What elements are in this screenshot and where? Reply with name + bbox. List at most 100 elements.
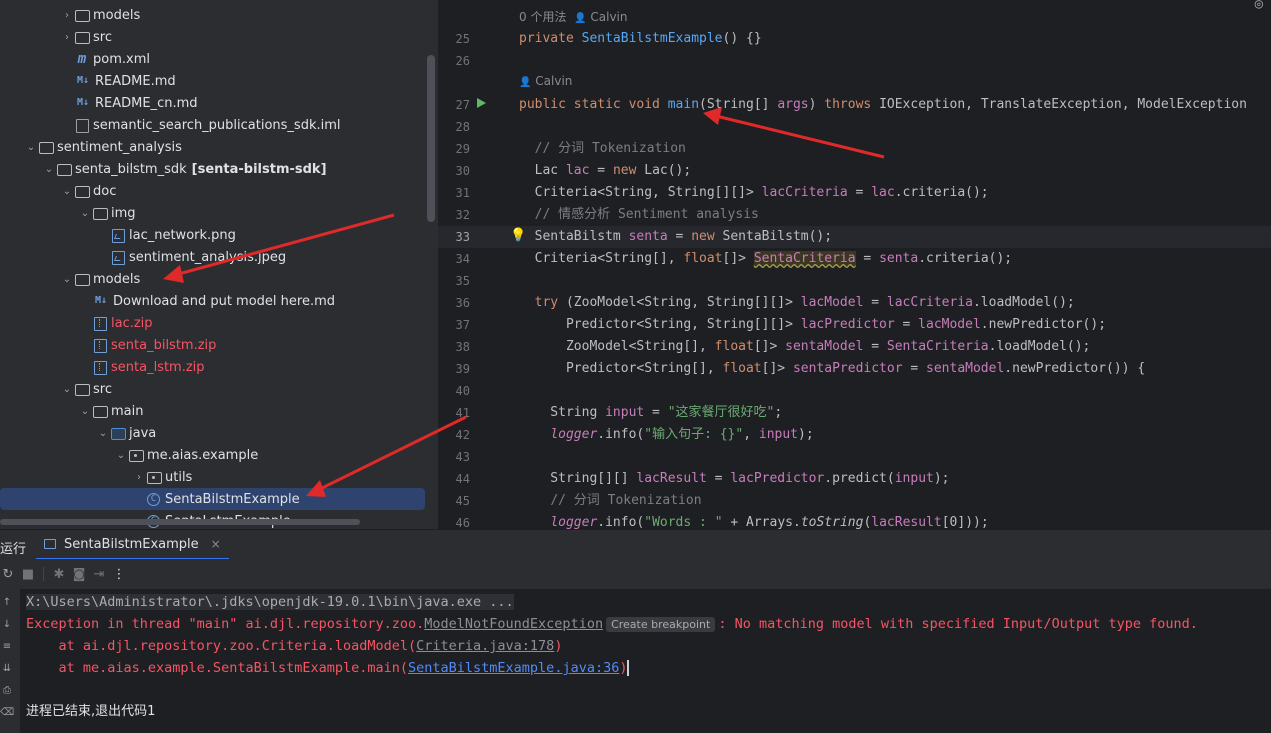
tree-item[interactable]: ⌄ sentiment_analysis <box>0 136 430 158</box>
tree-item[interactable]: ⌄ main <box>0 400 430 422</box>
code-line[interactable]: SentaBilstm senta = new SentaBilstm(); <box>519 226 832 248</box>
line-number: 35 <box>455 274 470 288</box>
chevron-right-icon[interactable]: › <box>132 472 146 483</box>
code-line[interactable]: ZooModel<String[], float[]> sentaModel =… <box>519 336 1090 358</box>
tree-item[interactable]: ⌄ senta_bilstm_sdk [senta-bilstm-sdk] <box>0 158 430 180</box>
tree-item[interactable]: › src <box>0 26 430 48</box>
tree-item[interactable]: m pom.xml <box>0 48 430 70</box>
exception-class-link[interactable]: ModelNotFoundException <box>424 616 603 632</box>
line-number: 29 <box>455 142 470 156</box>
tree-item[interactable]: ⌄ img <box>0 202 430 224</box>
chevron-down-icon[interactable]: ⌄ <box>24 142 38 153</box>
create-breakpoint-button[interactable]: Create breakpoint <box>606 617 716 632</box>
code-line[interactable]: String[][] lacResult = lacPredictor.pred… <box>519 468 949 490</box>
tree-item[interactable]: ⌄ models <box>0 268 430 290</box>
chevron-down-icon[interactable]: ⌄ <box>60 384 74 395</box>
code-line[interactable]: logger.info("输入句子: {}", input); <box>519 424 813 446</box>
tree-item[interactable]: ⌄ doc <box>0 180 430 202</box>
scroll-up-icon[interactable]: ↑ <box>0 597 14 608</box>
scroll-down-icon[interactable]: ↓ <box>0 619 14 630</box>
console-exit-message: 进程已结束,退出代码1 <box>26 704 156 719</box>
tree-item[interactable]: M↓ Download and put model here.md <box>0 290 430 312</box>
restore-layout-icon[interactable]: ⇥ <box>89 567 109 582</box>
stack-link-senta[interactable]: SentaBilstmExample.java:36 <box>408 660 619 676</box>
chevron-down-icon[interactable]: ⌄ <box>114 450 128 461</box>
console-output[interactable]: X:\Users\Administrator\.jdks\openjdk-19.… <box>20 589 1271 733</box>
stop-icon[interactable]: ■ <box>18 567 38 582</box>
line-number: 41 <box>455 406 470 420</box>
tree-item[interactable]: semantic_search_publications_sdk.iml <box>0 114 430 136</box>
tab-label: SentaBilstmExample <box>64 536 199 552</box>
chevron-right-icon[interactable]: › <box>60 32 74 43</box>
tree-item[interactable]: M↓ README_cn.md <box>0 92 430 114</box>
tree-item[interactable]: senta_lstm.zip <box>0 356 430 378</box>
code-line[interactable]: Criteria<String[], float[]> SentaCriteri… <box>519 248 1012 270</box>
stack-link-criteria[interactable]: Criteria.java:178 <box>416 638 554 654</box>
tree-item-label: img <box>111 205 136 221</box>
code-line[interactable]: Predictor<String[], float[]> sentaPredic… <box>519 358 1145 380</box>
code-editor[interactable]: ◎ 0 个用法 👤 Calvin 👤 Calvin 💡 25 private Se… <box>438 0 1271 529</box>
chevron-down-icon[interactable]: ⌄ <box>78 406 92 417</box>
tab-senta-bilstm-example[interactable]: SentaBilstmExample × <box>36 530 229 560</box>
code-line[interactable]: // 情感分析 Sentiment analysis <box>519 204 759 226</box>
rerun-icon[interactable]: ↻ <box>0 567 18 582</box>
tree-item[interactable]: ⌄ java <box>0 422 430 444</box>
tree-item-label: README.md <box>95 73 176 89</box>
code-line[interactable]: logger.info("Words : " + Arrays.toString… <box>519 512 988 529</box>
chevron-down-icon[interactable]: ⌄ <box>60 186 74 197</box>
tree-item-label: Download and put model here.md <box>113 293 336 309</box>
tree-item[interactable]: sentiment_analysis.jpeg <box>0 246 430 268</box>
chevron-right-icon[interactable]: › <box>60 10 74 21</box>
debug-icon[interactable]: ✱ <box>49 567 69 582</box>
source-folder-icon <box>110 425 126 441</box>
soft-wrap-icon[interactable]: ≡ <box>0 641 14 652</box>
tree-item[interactable]: ⌄ src <box>0 378 430 400</box>
reader-mode-icon[interactable]: ◎ <box>1255 0 1263 12</box>
tree-item[interactable]: senta_bilstm.zip <box>0 334 430 356</box>
code-line[interactable]: String input = "这家餐厅很好吃"; <box>519 402 782 424</box>
code-line[interactable]: Criteria<String, String[][]> lacCriteria… <box>519 182 989 204</box>
code-line[interactable]: try (ZooModel<String, String[][]> lacMod… <box>519 292 1075 314</box>
chevron-down-icon[interactable]: ⌄ <box>96 428 110 439</box>
code-line[interactable]: public static void main(String[] args) t… <box>519 94 1247 116</box>
code-line[interactable]: // 分词 Tokenization <box>519 138 686 160</box>
tree-item[interactable]: M↓ README.md <box>0 70 430 92</box>
code-line[interactable]: // 分词 Tokenization <box>519 490 701 512</box>
markdown-icon: M↓ <box>76 97 90 108</box>
tree-item-label: pom.xml <box>93 51 150 67</box>
delete-icon[interactable]: ⌫ <box>0 707 14 718</box>
run-toolbar: ↻ ■ ✱ ◙ ⇥ ⋮ <box>0 559 1271 589</box>
camera-icon[interactable]: ◙ <box>69 567 89 582</box>
tree-item[interactable]: C SentaBilstmExample <box>0 488 425 510</box>
close-icon[interactable]: × <box>211 537 221 551</box>
usage-hint[interactable]: 0 个用法 👤 Calvin <box>519 8 627 25</box>
tree-item-label: main <box>111 403 144 419</box>
tree-scrollbar[interactable] <box>427 55 435 222</box>
tree-item-label: lac.zip <box>111 315 153 331</box>
line-number: 32 <box>455 208 470 222</box>
chevron-down-icon[interactable]: ⌄ <box>42 164 56 175</box>
chevron-down-icon[interactable]: ⌄ <box>60 274 74 285</box>
console-side-toolbar: ↑ ↓ ≡ ⇊ ⎙ ⌫ <box>0 589 20 733</box>
run-main-gutter-icon[interactable] <box>477 98 486 108</box>
iml-file-icon <box>74 117 90 133</box>
print-icon[interactable]: ⎙ <box>0 685 14 696</box>
author-hint[interactable]: 👤 Calvin <box>519 74 572 88</box>
code-line[interactable]: private SentaBilstmExample() {} <box>519 28 762 50</box>
scroll-end-icon[interactable]: ⇊ <box>0 663 14 674</box>
zip-file-icon <box>92 337 108 353</box>
tree-item[interactable]: ⌄ me.aias.example <box>0 444 430 466</box>
tree-item[interactable]: › models <box>0 4 430 26</box>
maven-icon: m <box>77 51 87 67</box>
folder-icon <box>74 183 90 199</box>
chevron-down-icon[interactable]: ⌄ <box>78 208 92 219</box>
more-options-icon[interactable]: ⋮ <box>109 567 129 582</box>
tree-item[interactable]: › utils <box>0 466 430 488</box>
tree-item[interactable]: lac.zip <box>0 312 430 334</box>
tree-item[interactable]: lac_network.png <box>0 224 430 246</box>
class-icon: C <box>147 492 160 506</box>
tree-horizontal-scrollbar[interactable] <box>0 519 360 525</box>
code-line[interactable]: Predictor<String, String[][]> lacPredict… <box>519 314 1106 336</box>
tree-item-label: lac_network.png <box>129 227 236 243</box>
code-line[interactable]: Lac lac = new Lac(); <box>519 160 692 182</box>
